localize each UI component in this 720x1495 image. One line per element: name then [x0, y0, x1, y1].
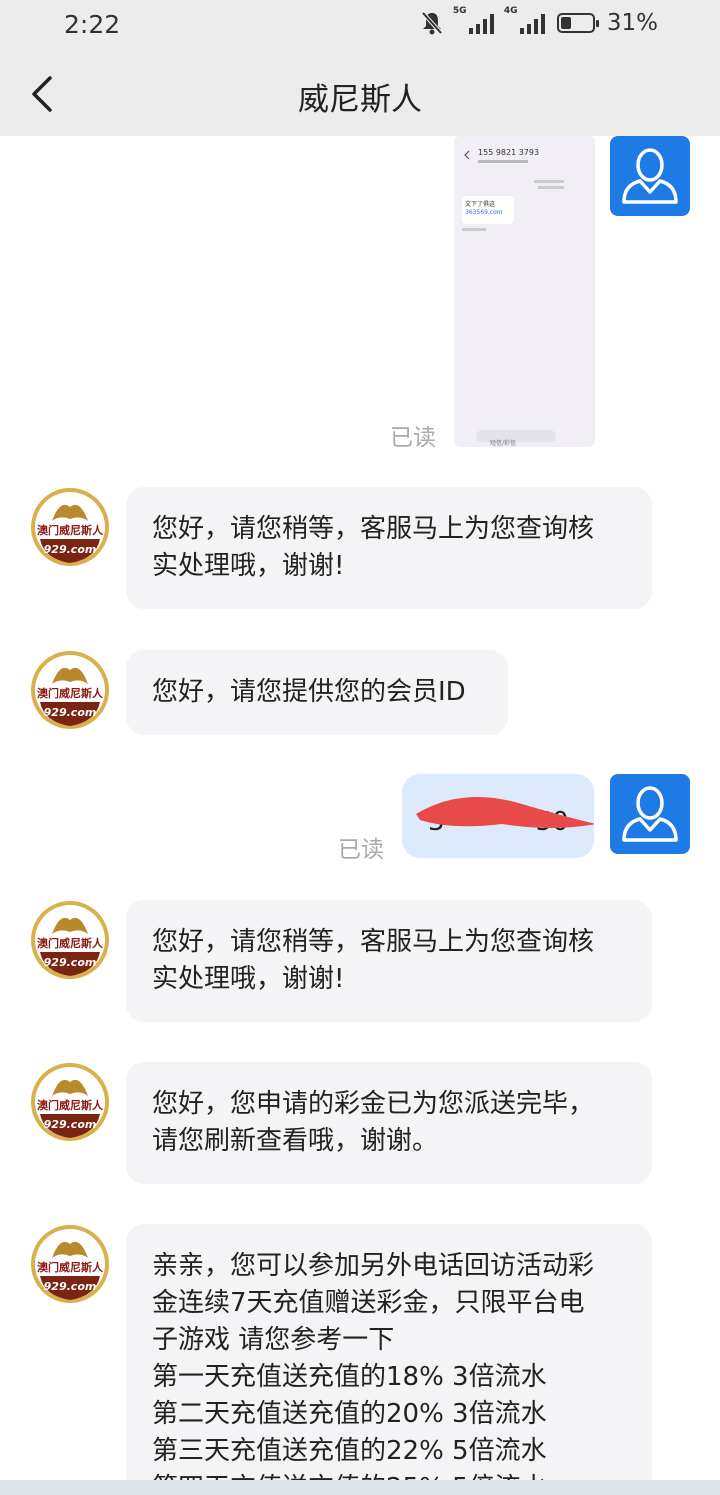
svg-text:929.com: 929.com — [44, 706, 97, 719]
redaction-scribble: 3 · · · · · 50 — [416, 796, 594, 837]
user-avatar[interactable] — [610, 774, 690, 854]
venetian-logo-icon: 澳门威尼斯人 929.com — [31, 651, 109, 729]
signal-5g-icon: 5G — [453, 6, 494, 34]
thumb-phone-number: 155 9821 3793 — [478, 148, 540, 157]
bot-avatar[interactable]: 澳门威尼斯人 929.com — [30, 487, 110, 567]
svg-text:929.com: 929.com — [44, 956, 97, 969]
chat-title: 威尼斯人 — [298, 82, 422, 118]
thumb-input: 短信/彩信 — [476, 430, 556, 447]
message-line: 您好，请您稍等，客服马上为您查询核 — [152, 514, 595, 544]
user-avatar[interactable] — [610, 136, 690, 216]
svg-text:澳门威尼斯人: 澳门威尼斯人 — [37, 1260, 104, 1274]
message-line: 第四天充值送充值的25% 5倍流水 — [152, 1470, 626, 1480]
user-message-bubble[interactable]: 3 · · · · · 50 — [402, 774, 594, 858]
thumb-sms-bubble: 文下了俱这 363569.com — [462, 196, 514, 224]
thumb-meta-2 — [538, 186, 564, 189]
mute-bell-icon — [421, 11, 443, 35]
read-receipt: 已读 — [390, 425, 436, 451]
thumb-time — [462, 228, 486, 231]
svg-text:929.com: 929.com — [44, 1280, 97, 1293]
user-silhouette-icon — [622, 148, 678, 204]
svg-text:澳门威尼斯人: 澳门威尼斯人 — [37, 936, 104, 950]
message-bubble[interactable]: 您好，请您稍等，客服马上为您查询核 实处理哦，谢谢! — [126, 487, 652, 609]
status-time: 2:22 — [64, 10, 121, 39]
message-line: 实处理哦，谢谢! — [152, 964, 345, 994]
message-line: 实处理哦，谢谢! — [152, 551, 345, 581]
message-bubble[interactable]: 您好，请您提供您的会员ID — [126, 650, 508, 735]
status-icons: 5G 4G 31% — [421, 6, 658, 36]
message-bubble[interactable]: 您好，请您稍等，客服马上为您查询核 实处理哦，谢谢! — [126, 900, 652, 1022]
message-line: 第一天充值送充值的18% 3倍流水 — [152, 1362, 547, 1392]
svg-text:929.com: 929.com — [44, 543, 97, 556]
signal-4g-icon: 4G — [504, 6, 545, 34]
message-line: 亲亲，您可以参加另外电话回访活动彩 — [152, 1251, 595, 1281]
svg-text:澳门威尼斯人: 澳门威尼斯人 — [37, 1098, 104, 1112]
message-line: 金连续7天充值赠送彩金，只限平台电 — [152, 1288, 585, 1318]
bot-avatar[interactable]: 澳门威尼斯人 929.com — [30, 650, 110, 730]
bot-avatar[interactable]: 澳门威尼斯人 929.com — [30, 1224, 110, 1304]
venetian-logo-icon: 澳门威尼斯人 929.com — [31, 1063, 109, 1141]
message-line: 您好，请您提供您的会员ID — [152, 677, 466, 707]
venetian-logo-icon: 澳门威尼斯人 929.com — [31, 488, 109, 566]
message-line: 请您刷新查看哦，谢谢。 — [152, 1126, 439, 1156]
bot-avatar[interactable]: 澳门威尼斯人 929.com — [30, 900, 110, 980]
thumb-subline — [478, 160, 528, 163]
thumb-status — [454, 136, 595, 148]
message-line: 第三天充值送充值的22% 5倍流水 — [152, 1436, 547, 1466]
message-line: 第二天充值送充值的20% 3倍流水 — [152, 1399, 547, 1429]
thumb-link: 363569.com — [465, 209, 503, 216]
bot-avatar[interactable]: 澳门威尼斯人 929.com — [30, 1062, 110, 1142]
message-line: 子游戏 请您参考一下 — [152, 1325, 395, 1355]
message-line: 您好，请您稍等，客服马上为您查询核 — [152, 927, 595, 957]
svg-text:澳门威尼斯人: 澳门威尼斯人 — [37, 686, 104, 700]
thumb-caption: 文下了俱这 — [465, 201, 496, 208]
svg-text:929.com: 929.com — [44, 1118, 97, 1131]
battery-percent: 31% — [606, 10, 658, 36]
message-line: 您好，您申请的彩金已为您派送完毕， — [152, 1089, 595, 1119]
thumb-back-icon — [464, 150, 470, 160]
message-bubble[interactable]: 您好，您申请的彩金已为您派送完毕， 请您刷新查看哦，谢谢。 — [126, 1062, 652, 1184]
bottom-bar — [0, 1480, 720, 1495]
venetian-logo-icon: 澳门威尼斯人 929.com — [31, 1225, 109, 1303]
read-receipt: 已读 — [338, 837, 384, 863]
screenshot-image-message[interactable]: 155 9821 3793 文下了俱这 363569.com 短信/彩信 — [454, 136, 595, 447]
venetian-logo-icon: 澳门威尼斯人 929.com — [31, 901, 109, 979]
chat-area[interactable]: 155 9821 3793 文下了俱这 363569.com 短信/彩信 已读 … — [0, 136, 720, 1480]
thumb-input-placeholder: 短信/彩信 — [490, 440, 517, 447]
thumb-meta — [534, 180, 564, 183]
svg-text:澳门威尼斯人: 澳门威尼斯人 — [37, 523, 104, 537]
battery-icon — [556, 13, 599, 33]
message-bubble[interactable]: 亲亲，您可以参加另外电话回访活动彩 金连续7天充值赠送彩金，只限平台电 子游戏 … — [126, 1224, 652, 1480]
status-bar: 2:22 5G 4G 31% — [0, 0, 720, 52]
chat-header: 威尼斯人 — [0, 52, 720, 136]
user-silhouette-icon — [622, 786, 678, 842]
